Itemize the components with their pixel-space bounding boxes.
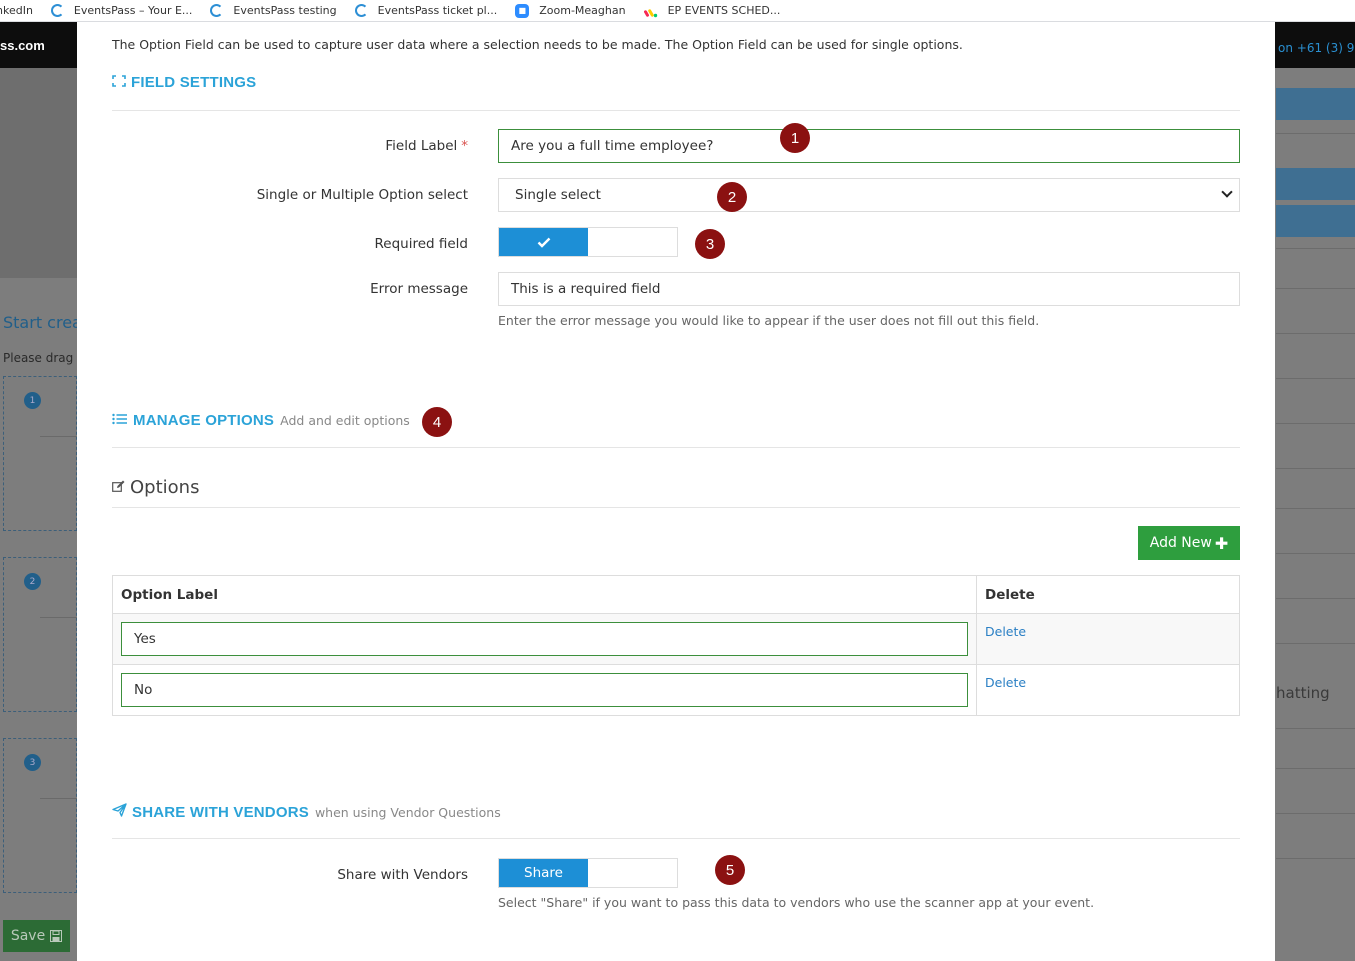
check-icon <box>537 237 550 248</box>
field-settings-heading: FIELD SETTINGS <box>112 74 256 91</box>
bookmarks-bar: nkedIn EventsPass – Your E... EventsPass… <box>0 0 1355 22</box>
eventspass-icon <box>354 4 368 17</box>
error-message-help: Enter the error message you would like t… <box>498 313 1040 328</box>
error-message-input[interactable]: This is a required field <box>498 272 1240 306</box>
column-header-delete: Delete <box>985 586 1035 603</box>
share-vendors-toggle[interactable]: Share <box>498 858 678 888</box>
save-button[interactable]: Save <box>3 920 70 952</box>
floppy-icon <box>50 930 63 942</box>
bookmark-ep-events[interactable]: EP EVENTS SCHED... <box>643 0 781 21</box>
background-right-panel <box>1275 68 1355 961</box>
annotation-badge: 2 <box>717 182 747 212</box>
bookmark-label: EventsPass testing <box>233 4 337 17</box>
bookmark-label: nkedIn <box>0 4 33 17</box>
share-vendors-help: Select "Share" if you want to pass this … <box>498 895 1095 910</box>
step-number: 3 <box>24 754 41 771</box>
table-row: No Delete <box>113 664 1239 715</box>
annotation-badge: 5 <box>715 855 745 885</box>
share-vendors-label: Share with Vendors <box>337 867 468 883</box>
bookmark-label: EP EVENTS SCHED... <box>667 4 781 17</box>
annotation-badge: 3 <box>695 229 725 259</box>
option-field-modal: The Option Field can be used to capture … <box>77 22 1275 961</box>
monday-icon <box>643 4 658 18</box>
bookmark-label: Zoom-Meaghan <box>539 4 626 17</box>
brand-name: ss.com <box>0 38 45 53</box>
manage-options-heading: MANAGE OPTIONS Add and edit options <box>112 412 410 429</box>
options-table: Option Label Delete Yes Delete No Delete <box>112 575 1240 716</box>
bookmark-eventspass-testing[interactable]: EventsPass testing <box>210 0 337 21</box>
field-label-input[interactable]: Are you a full time employee? <box>498 129 1240 163</box>
table-row: Yes Delete <box>113 613 1239 664</box>
option-label-input[interactable]: Yes <box>121 622 968 656</box>
column-header-option-label: Option Label <box>113 576 977 613</box>
bookmark-eventspass-ticket[interactable]: EventsPass ticket pl... <box>354 0 498 21</box>
step-number: 2 <box>24 573 41 590</box>
chat-widget-text: hatting <box>1276 684 1330 702</box>
step-number: 1 <box>24 392 41 409</box>
modal-intro: The Option Field can be used to capture … <box>112 37 963 52</box>
table-header-row: Option Label Delete <box>113 576 1239 613</box>
share-toggle-on: Share <box>499 859 588 887</box>
expand-icon <box>112 75 126 91</box>
bookmark-label: EventsPass ticket pl... <box>377 4 498 17</box>
edit-icon <box>112 480 125 496</box>
option-select-dropdown[interactable]: Single select <box>498 178 1240 212</box>
bookmark-label: EventsPass – Your E... <box>73 4 193 17</box>
list-icon <box>112 413 128 429</box>
options-heading: Options <box>112 477 199 498</box>
bookmark-zoom[interactable]: ■ Zoom-Meaghan <box>515 0 626 21</box>
delete-option-link[interactable]: Delete <box>985 675 1026 690</box>
error-message-label: Error message <box>370 281 468 297</box>
required-field-toggle[interactable] <box>498 227 678 257</box>
annotation-badge: 4 <box>422 407 452 437</box>
delete-option-link[interactable]: Delete <box>985 624 1026 639</box>
bookmark-eventspass[interactable]: EventsPass – Your E... <box>50 0 193 21</box>
paper-plane-icon <box>112 803 127 821</box>
option-select-label: Single or Multiple Option select <box>256 187 468 203</box>
share-vendors-subtitle: when using Vendor Questions <box>314 805 501 820</box>
required-asterisk: * <box>461 138 468 154</box>
chevron-down-icon <box>1221 186 1233 198</box>
toggle-on-segment <box>499 228 588 256</box>
share-vendors-heading: SHARE WITH VENDORS when using Vendor Que… <box>112 803 501 821</box>
eventspass-icon <box>50 4 64 17</box>
required-field-label: Required field <box>374 236 468 252</box>
eventspass-icon <box>210 4 224 17</box>
plus-icon: ✚ <box>1214 533 1229 553</box>
start-creating-heading: Start crea <box>3 313 82 332</box>
drag-instructions: Please drag t <box>3 351 82 365</box>
zoom-icon: ■ <box>515 3 530 18</box>
option-select-value: Single select <box>515 187 601 203</box>
add-new-option-button[interactable]: Add New ✚ <box>1138 526 1240 560</box>
phone-number: on +61 (3) 99 <box>1278 41 1355 55</box>
field-label-label: Field Label * <box>385 138 468 154</box>
option-label-input[interactable]: No <box>121 673 968 707</box>
manage-options-subtitle: Add and edit options <box>280 413 410 428</box>
bookmark-linkedin[interactable]: nkedIn <box>0 0 33 21</box>
annotation-badge: 1 <box>780 123 810 153</box>
